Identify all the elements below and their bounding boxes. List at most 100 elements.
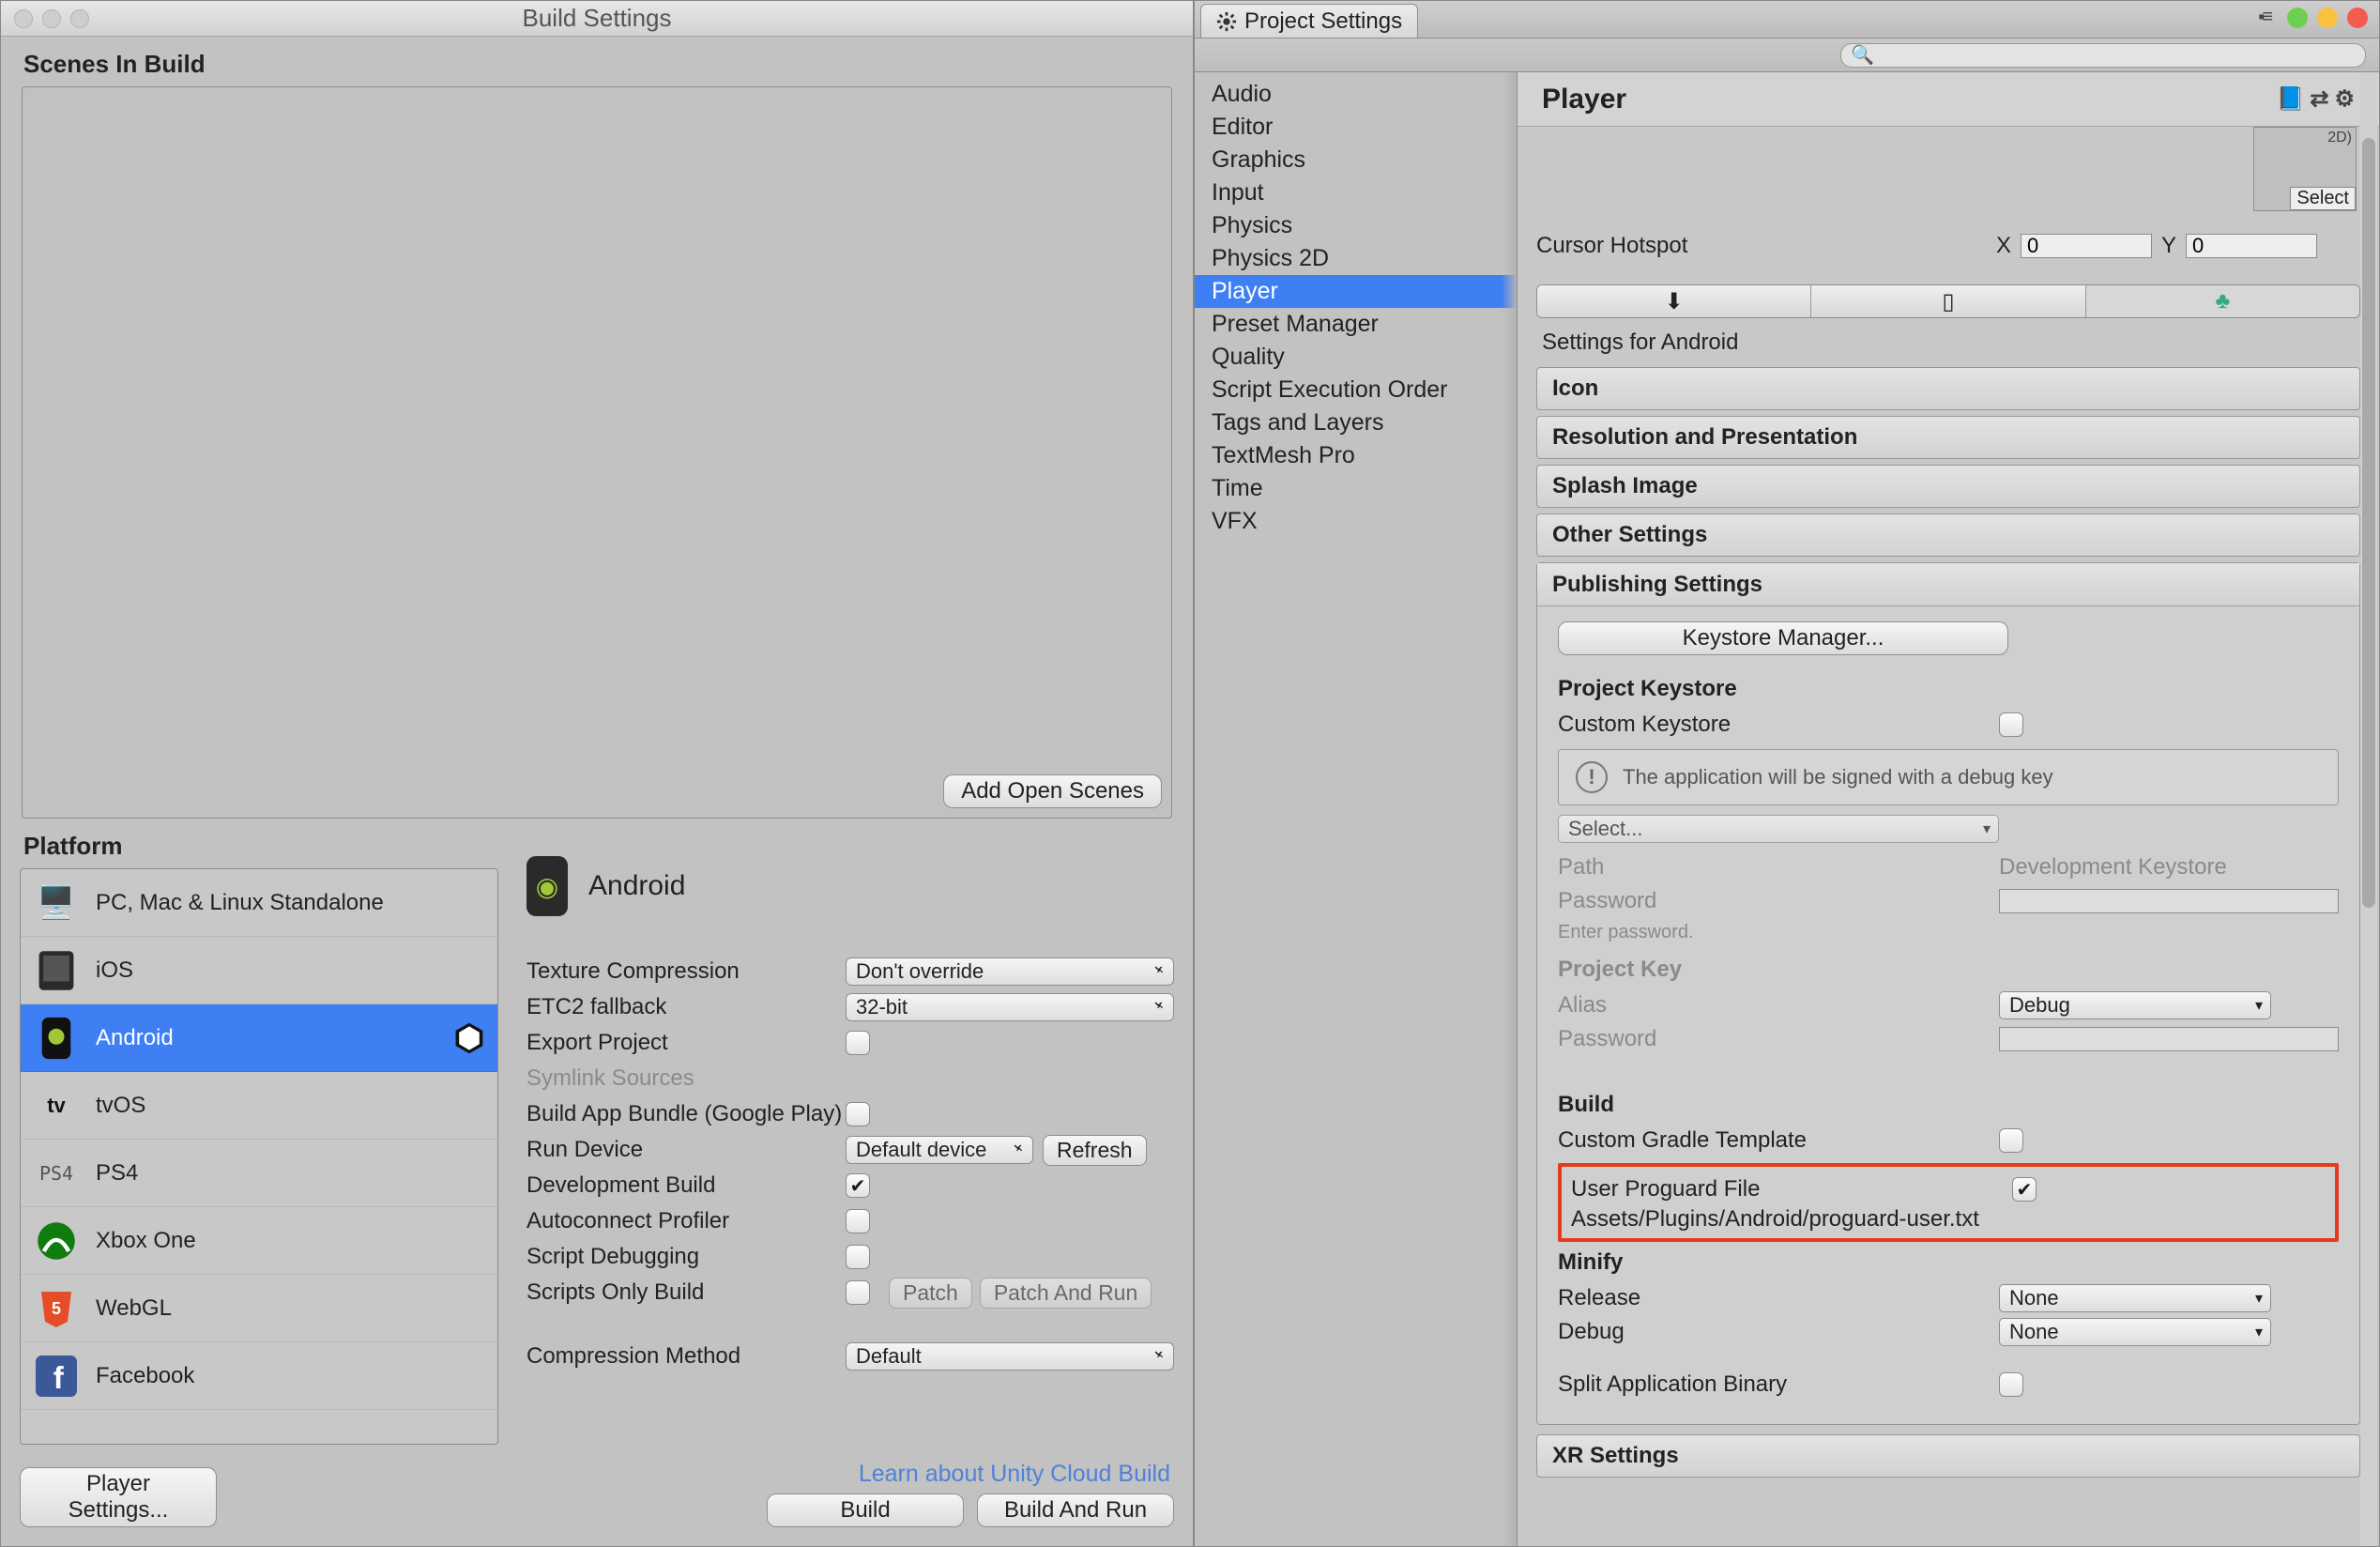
category-textmeshpro[interactable]: TextMesh Pro <box>1195 439 1517 472</box>
etc2-select[interactable]: 32-bit <box>846 993 1174 1021</box>
tab-standalone[interactable]: ⬇ <box>1537 285 1811 317</box>
keystore-password-input[interactable] <box>1999 889 2339 913</box>
gear-icon[interactable]: ⚙ <box>2334 85 2355 113</box>
etc2-label: ETC2 fallback <box>526 994 846 1020</box>
export-project-label: Export Project <box>526 1030 846 1056</box>
user-proguard-checkbox[interactable] <box>2012 1177 2037 1202</box>
fold-resolution[interactable]: Resolution and Presentation <box>1536 416 2360 459</box>
split-binary-checkbox[interactable] <box>1999 1372 2023 1397</box>
build-button[interactable]: Build <box>767 1493 964 1527</box>
keystore-manager-button[interactable]: Keystore Manager... <box>1558 621 2008 655</box>
patch-and-run-button[interactable]: Patch And Run <box>980 1278 1152 1309</box>
scenes-list[interactable]: Add Open Scenes <box>22 86 1172 819</box>
platform-ps4[interactable]: PS4 PS4 <box>21 1140 497 1207</box>
platform-xboxone[interactable]: Xbox One <box>21 1207 497 1275</box>
alias-select[interactable]: Debug <box>1999 991 2271 1019</box>
category-script-execution[interactable]: Script Execution Order <box>1195 374 1517 406</box>
settings-for-android-label: Settings for Android <box>1536 318 2360 361</box>
category-editor[interactable]: Editor <box>1195 111 1517 144</box>
category-physics2d[interactable]: Physics 2D <box>1195 242 1517 275</box>
cursor-y-label: Y <box>2161 233 2176 259</box>
run-device-select[interactable]: Default device <box>846 1136 1033 1164</box>
build-header: Build <box>1558 1092 2339 1118</box>
fold-xr[interactable]: XR Settings <box>1536 1434 2360 1478</box>
svg-text:f: f <box>53 1360 65 1395</box>
key-password-input[interactable] <box>1999 1027 2339 1051</box>
close-dot-icon[interactable] <box>2347 8 2368 28</box>
platform-label-text: WebGL <box>96 1295 172 1322</box>
webgl-icon: 5 <box>32 1284 81 1333</box>
custom-gradle-checkbox[interactable] <box>1999 1128 2023 1153</box>
category-audio[interactable]: Audio <box>1195 78 1517 111</box>
patch-button[interactable]: Patch <box>889 1278 972 1309</box>
search-input[interactable]: 🔍 <box>1840 43 2366 68</box>
category-vfx[interactable]: VFX <box>1195 505 1517 538</box>
platform-android[interactable]: Android <box>21 1004 497 1072</box>
export-project-checkbox[interactable] <box>846 1031 870 1055</box>
zoom-dot-icon[interactable] <box>2287 8 2308 28</box>
build-window-title: Build Settings <box>1 4 1193 33</box>
platform-pc[interactable]: 🖥️ PC, Mac & Linux Standalone <box>21 869 497 937</box>
fold-splash[interactable]: Splash Image <box>1536 465 2360 508</box>
fold-publishing[interactable]: Publishing Settings <box>1537 563 2359 606</box>
cursor-x-input[interactable] <box>2021 234 2152 258</box>
symlink-label: Symlink Sources <box>526 1065 846 1092</box>
project-settings-tab[interactable]: Project Settings <box>1200 4 1418 38</box>
tab-android[interactable]: ♣ <box>2086 285 2359 317</box>
custom-keystore-checkbox[interactable] <box>1999 712 2023 737</box>
build-and-run-button[interactable]: Build And Run <box>977 1493 1174 1527</box>
fold-other[interactable]: Other Settings <box>1536 513 2360 557</box>
category-input[interactable]: Input <box>1195 176 1517 209</box>
minify-debug-select[interactable]: None <box>1999 1318 2271 1346</box>
category-tags-layers[interactable]: Tags and Layers <box>1195 406 1517 439</box>
cursor-y-input[interactable] <box>2186 234 2317 258</box>
compression-method-select[interactable]: Default <box>846 1342 1174 1371</box>
category-quality[interactable]: Quality <box>1195 341 1517 374</box>
facebook-icon: f <box>32 1352 81 1401</box>
player-settings-button[interactable]: Player Settings... <box>20 1467 217 1527</box>
script-debugging-checkbox[interactable] <box>846 1245 870 1269</box>
platform-tvos[interactable]: tv tvOS <box>21 1072 497 1140</box>
keystore-password-label: Password <box>1558 888 1999 914</box>
window-menu-icon[interactable]: ▪≡ <box>2258 7 2270 28</box>
texture-compression-select[interactable]: Don't override <box>846 957 1174 986</box>
aab-label: Build App Bundle (Google Play) <box>526 1101 846 1127</box>
preset-icon[interactable]: ⇄ <box>2310 85 2328 113</box>
inspector-scrollbar[interactable] <box>2360 72 2377 1546</box>
cursor-texture-slot[interactable]: 2D) Select <box>2253 127 2357 211</box>
ios-icon <box>32 946 81 995</box>
refresh-button[interactable]: Refresh <box>1043 1135 1147 1166</box>
category-time[interactable]: Time <box>1195 472 1517 505</box>
platform-webgl[interactable]: 5 WebGL <box>21 1275 497 1342</box>
category-graphics[interactable]: Graphics <box>1195 144 1517 176</box>
fold-icon[interactable]: Icon <box>1536 367 2360 410</box>
android-icon <box>32 1014 81 1063</box>
help-icon[interactable]: 📘 <box>2276 85 2304 113</box>
dev-build-checkbox[interactable] <box>846 1173 870 1198</box>
category-preset-manager[interactable]: Preset Manager <box>1195 308 1517 341</box>
autoconnect-checkbox[interactable] <box>846 1209 870 1233</box>
android-device-icon: ◉ <box>526 856 568 916</box>
minify-release-select[interactable]: None <box>1999 1284 2271 1312</box>
add-open-scenes-button[interactable]: Add Open Scenes <box>943 774 1162 808</box>
category-physics[interactable]: Physics <box>1195 209 1517 242</box>
keystore-select[interactable]: Select... <box>1558 815 1999 843</box>
window-controls: ▪≡ <box>2258 7 2368 28</box>
minify-header: Minify <box>1558 1249 2339 1276</box>
cloud-build-link[interactable]: Learn about Unity Cloud Build <box>526 1461 1170 1488</box>
cursor-hotspot-label: Cursor Hotspot <box>1536 233 1987 259</box>
tab-ios[interactable]: ▯ <box>1811 285 2085 317</box>
platform-facebook[interactable]: f Facebook <box>21 1342 497 1410</box>
script-debugging-label: Script Debugging <box>526 1244 846 1270</box>
project-settings-window: Project Settings ▪≡ 🔍 Audio Editor Graph… <box>1194 0 2380 1547</box>
android-icon: ♣ <box>2215 288 2230 314</box>
minimize-dot-icon[interactable] <box>2317 8 2338 28</box>
proguard-path: Assets/Plugins/Android/proguard-user.txt <box>1571 1206 2326 1233</box>
platform-ios[interactable]: iOS <box>21 937 497 1004</box>
split-binary-label: Split Application Binary <box>1558 1371 1999 1398</box>
dev-build-label: Development Build <box>526 1172 846 1199</box>
cursor-select-button[interactable]: Select <box>2290 187 2356 210</box>
category-player[interactable]: Player <box>1195 275 1517 308</box>
scripts-only-checkbox[interactable] <box>846 1280 870 1305</box>
aab-checkbox[interactable] <box>846 1102 870 1126</box>
